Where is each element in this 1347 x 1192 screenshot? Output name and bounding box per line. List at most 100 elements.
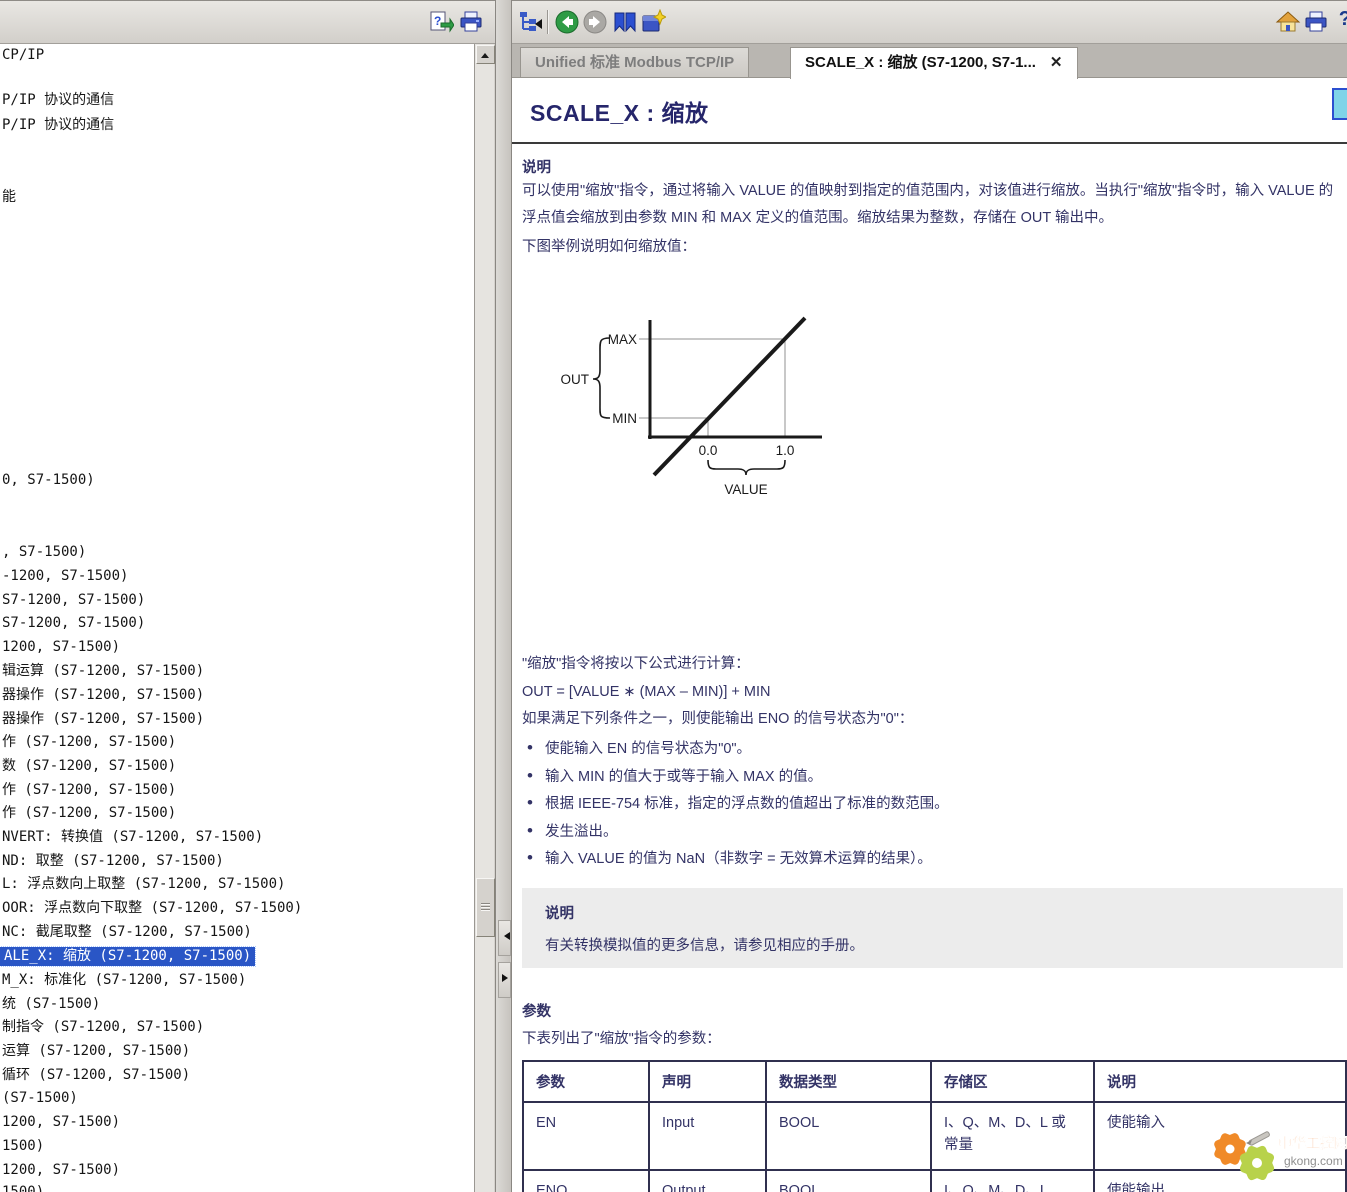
description-heading: 说明 xyxy=(522,156,551,177)
tree-item[interactable]: P/IP 协议的通信 xyxy=(2,91,114,110)
param-table-cell: Output xyxy=(649,1170,766,1192)
tree-item[interactable]: -1200, S7-1500) xyxy=(2,567,128,586)
condition-item: 输入 VALUE 的值为 NaN（非数字 = 无效算术运算的结果）。 xyxy=(527,844,949,872)
tree-item[interactable]: NVERT: 转换值 (S7-1200, S7-1500) xyxy=(2,828,263,847)
tree-item[interactable]: 能 xyxy=(2,188,16,207)
tree-item[interactable]: 1500) xyxy=(2,1183,44,1192)
bookmarks-icon[interactable] xyxy=(612,9,638,35)
tree-item[interactable]: OOR: 浮点数向下取整 (S7-1200, S7-1500) xyxy=(2,899,302,918)
tree-item[interactable]: 1500) xyxy=(2,1137,44,1156)
condition-item: 使能输入 EN 的信号状态为"0"。 xyxy=(527,734,949,762)
tree-item[interactable]: ND: 取整 (S7-1200, S7-1500) xyxy=(2,852,224,871)
tree-item[interactable]: 1200, S7-1500) xyxy=(2,1113,120,1132)
tree-scrollbar[interactable] xyxy=(474,44,494,1192)
param-table-cell: ENO xyxy=(523,1170,649,1192)
tree-item[interactable]: 统 (S7-1500) xyxy=(2,995,100,1014)
tree-item[interactable]: S7-1200, S7-1500) xyxy=(2,591,145,610)
pencil-icon xyxy=(1246,1131,1270,1146)
tree-item[interactable]: 器操作 (S7-1200, S7-1500) xyxy=(2,686,204,705)
min-label: MIN xyxy=(612,411,637,426)
new-window-icon[interactable] xyxy=(640,9,666,35)
right-arrow-icon xyxy=(502,974,512,982)
max-label: MAX xyxy=(608,332,637,347)
note-heading: 说明 xyxy=(545,902,574,923)
tree-item[interactable]: 制指令 (S7-1200, S7-1500) xyxy=(2,1018,204,1037)
tree-item[interactable]: 循环 (S7-1200, S7-1500) xyxy=(2,1066,190,1085)
x-end-label: 1.0 xyxy=(776,443,795,458)
example-intro: 下图举例说明如何缩放值： xyxy=(522,234,696,261)
parameters-heading: 参数 xyxy=(522,1000,551,1021)
out-brace xyxy=(593,338,610,418)
print-icon[interactable] xyxy=(458,9,484,35)
watermark-title: 中华工控网 xyxy=(1278,1135,1347,1151)
close-icon[interactable]: ✕ xyxy=(1050,48,1063,78)
formula-intro: "缩放"指令将按以下公式进行计算： xyxy=(522,651,750,678)
tree-item[interactable]: CP/IP xyxy=(2,46,44,65)
tree-item[interactable]: P/IP 协议的通信 xyxy=(2,116,114,135)
print-icon[interactable] xyxy=(1303,9,1329,35)
panel-splitter[interactable] xyxy=(495,0,512,1192)
tree-item[interactable]: 运算 (S7-1200, S7-1500) xyxy=(2,1042,190,1061)
param-table-cell: EN xyxy=(523,1102,649,1170)
help-article: SCALE_X : 缩放 说明 可以使用"缩放"指令，通过将输入 VALUE 的… xyxy=(512,78,1347,1192)
svg-text:?: ? xyxy=(434,14,441,28)
tree-item-selected[interactable]: ALE_X: 缩放 (S7-1200, S7-1500) xyxy=(0,947,255,966)
param-table-cell: I、Q、M、D、L 或 常量 xyxy=(931,1102,1094,1170)
tab-label: SCALE_X : 缩放 (S7-1200, S7-1... xyxy=(805,54,1036,71)
param-table-cell: Input xyxy=(649,1102,766,1170)
title-rule xyxy=(512,142,1347,144)
tab-bar: Unified 标准 Modbus TCP/IP SCALE_X : 缩放 (S… xyxy=(512,44,1347,78)
tree-item[interactable]: 辑运算 (S7-1200, S7-1500) xyxy=(2,662,204,681)
conditions-intro: 如果满足下列条件之一，则使能输出 ENO 的信号状态为"0"： xyxy=(522,706,913,733)
help-icon[interactable]: ? xyxy=(1339,8,1347,31)
param-table-cell: I、Q、M、D、L xyxy=(931,1170,1094,1192)
parameters-intro: 下表列出了"缩放"指令的参数： xyxy=(522,1026,721,1053)
condition-item: 根据 IEEE-754 标准，指定的浮点数的值超出了标准的数范围。 xyxy=(527,789,949,817)
note-text: 有关转换模拟值的更多信息，请参见相应的手册。 xyxy=(545,934,864,955)
tree-item[interactable]: NC: 截尾取整 (S7-1200, S7-1500) xyxy=(2,923,252,942)
tree-item[interactable]: 作 (S7-1200, S7-1500) xyxy=(2,781,176,800)
tab-scale-x[interactable]: SCALE_X : 缩放 (S7-1200, S7-1... ✕ xyxy=(790,47,1078,79)
scroll-up-button[interactable] xyxy=(476,45,495,64)
toolbar-separator xyxy=(547,10,549,34)
param-table-header-row: 参数声明数据类型存储区说明 xyxy=(523,1061,1346,1102)
home-icon[interactable] xyxy=(1275,9,1301,35)
up-arrow-icon xyxy=(481,49,489,58)
tree-item[interactable]: L: 浮点数向上取整 (S7-1200, S7-1500) xyxy=(2,875,285,894)
tree-item[interactable]: 数 (S7-1200, S7-1500) xyxy=(2,757,176,776)
param-table-header-cell: 存储区 xyxy=(931,1061,1094,1102)
param-table-header-cell: 说明 xyxy=(1094,1061,1346,1102)
collapse-left-button[interactable] xyxy=(498,920,511,956)
tab-unified-modbus[interactable]: Unified 标准 Modbus TCP/IP xyxy=(520,47,749,77)
condition-item: 发生溢出。 xyxy=(527,817,949,845)
tree-item[interactable]: (S7-1500) xyxy=(2,1089,78,1108)
value-label: VALUE xyxy=(724,482,767,497)
tree-item[interactable]: S7-1200, S7-1500) xyxy=(2,614,145,633)
value-brace xyxy=(708,460,785,475)
forward-icon[interactable] xyxy=(582,9,608,35)
show-topic-icon[interactable]: ? xyxy=(428,9,454,35)
tree-item[interactable]: 器操作 (S7-1200, S7-1500) xyxy=(2,710,204,729)
contents-toggle-icon[interactable] xyxy=(517,9,543,35)
tree-item[interactable]: 1200, S7-1500) xyxy=(2,638,120,657)
tree-item[interactable]: 0, S7-1500) xyxy=(2,471,95,490)
rate-page-icon[interactable] xyxy=(1332,88,1347,120)
tree-item[interactable]: 作 (S7-1200, S7-1500) xyxy=(2,804,176,823)
watermark-url: gkong.com xyxy=(1284,1154,1343,1168)
back-icon[interactable] xyxy=(554,9,580,35)
param-table-header-cell: 数据类型 xyxy=(766,1061,931,1102)
tree-item[interactable]: 作 (S7-1200, S7-1500) xyxy=(2,733,176,752)
tree-item[interactable]: , S7-1500) xyxy=(2,543,86,562)
formula: OUT = [VALUE ∗ (MAX – MIN)] + MIN xyxy=(522,679,771,706)
left-arrow-icon xyxy=(500,932,510,940)
tree-item[interactable]: M_X: 标准化 (S7-1200, S7-1500) xyxy=(2,971,246,990)
right-toolbar: ? xyxy=(512,0,1347,44)
out-label: OUT xyxy=(561,372,590,387)
eno-conditions-list: 使能输入 EN 的信号状态为"0"。输入 MIN 的值大于或等于输入 MAX 的… xyxy=(527,734,949,872)
tree-item[interactable]: 1200, S7-1500) xyxy=(2,1161,120,1180)
scrollbar-thumb[interactable] xyxy=(476,878,495,937)
param-table-cell: BOOL xyxy=(766,1170,931,1192)
scaling-diagram: MAX MIN OUT 0.0 1.0 VALUE xyxy=(542,294,872,509)
left-toolbar: ? xyxy=(0,0,498,44)
collapse-right-button[interactable] xyxy=(498,962,511,998)
